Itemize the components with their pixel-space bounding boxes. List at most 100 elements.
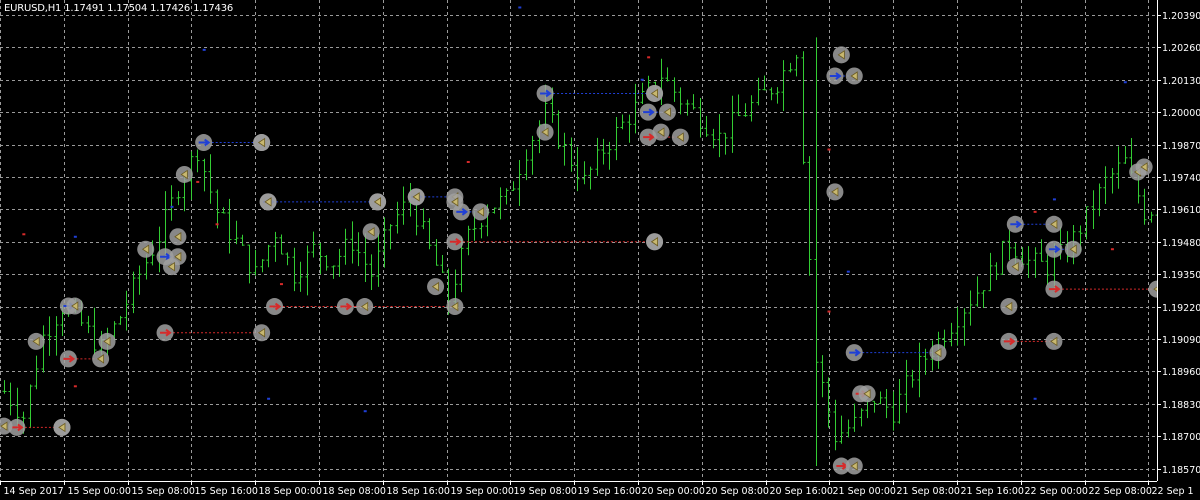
trade-close-marker xyxy=(472,203,490,221)
price-bar xyxy=(311,231,316,258)
buy-level-dot xyxy=(170,205,174,208)
time-axis: 14 Sep 2017 15 Sep 00:00 15 Sep 08:00 15 Se… xyxy=(0,481,1194,497)
trade-open-marker xyxy=(1006,215,1024,233)
trade-lines xyxy=(16,75,1157,467)
price-tick-label: 1.19740 xyxy=(1162,173,1200,184)
price-bar xyxy=(221,207,226,214)
buy-level-dot xyxy=(1123,81,1127,84)
time-tick-label: 20 Sep 00:00 xyxy=(642,486,705,497)
price-bar xyxy=(208,154,213,204)
price-bar xyxy=(285,252,290,266)
price-bar xyxy=(968,290,973,326)
time-tick-label: 19 Sep 16:00 xyxy=(578,486,641,497)
trade-close-marker xyxy=(1000,298,1018,316)
trade-close-marker xyxy=(658,103,676,121)
price-bar xyxy=(1149,211,1154,223)
price-bar xyxy=(1110,168,1115,194)
price-bar xyxy=(530,135,535,175)
trade-open-marker xyxy=(156,324,174,342)
price-bar xyxy=(92,307,97,355)
trade-open-marker xyxy=(536,84,554,102)
price-bar xyxy=(8,382,13,416)
price-bar xyxy=(884,389,889,419)
price-bar xyxy=(137,265,142,295)
price-tick-label: 1.20260 xyxy=(1162,43,1200,54)
price-bar xyxy=(369,254,374,291)
time-tick-label: 19 Sep 08:00 xyxy=(514,486,577,497)
price-bar xyxy=(440,254,445,273)
sell-level-dot xyxy=(1110,248,1114,251)
ohlc-low: 1.17426 xyxy=(150,3,191,14)
price-bar xyxy=(54,316,59,356)
price-bar xyxy=(434,238,439,266)
sell-level-dot xyxy=(196,180,200,183)
trade-close-marker xyxy=(832,46,850,64)
trade-close-marker xyxy=(1006,258,1024,276)
price-bar xyxy=(582,161,587,185)
trade-close-marker xyxy=(652,123,670,141)
ohlc-close: 1.17436 xyxy=(193,3,234,14)
trade-close-marker xyxy=(671,128,689,146)
buy-level-dot xyxy=(846,270,850,273)
buy-level-dot xyxy=(202,48,206,51)
price-bar xyxy=(356,232,361,267)
buy-level-dot xyxy=(1033,397,1037,400)
trade-close-marker xyxy=(407,188,425,206)
trade-close-marker xyxy=(27,332,45,350)
price-bar xyxy=(897,378,902,424)
price-bar xyxy=(762,75,767,91)
price-tick-label: 1.18570 xyxy=(1162,465,1200,476)
price-bar xyxy=(492,207,497,214)
price-bar xyxy=(749,95,754,122)
price-bar xyxy=(240,234,245,246)
price-bar xyxy=(872,400,877,413)
sell-level-dot xyxy=(215,223,219,226)
trade-open-marker xyxy=(1000,332,1018,350)
price-bar xyxy=(343,228,348,265)
trade-close-marker xyxy=(536,123,554,141)
price-bar xyxy=(556,110,561,150)
price-bar xyxy=(833,399,838,451)
price-bar xyxy=(962,308,967,346)
price-bar xyxy=(562,132,567,166)
price-bar xyxy=(376,232,381,287)
price-bar xyxy=(949,322,954,347)
trade-close-marker xyxy=(1064,240,1082,258)
trade-close-marker xyxy=(646,233,664,251)
sell-level-dot xyxy=(827,148,831,151)
trade-open-marker xyxy=(59,350,77,368)
sell-level-dot xyxy=(827,310,831,313)
price-bar xyxy=(504,188,509,205)
price-bar xyxy=(981,290,986,308)
price-bar xyxy=(260,259,265,273)
price-bar xyxy=(595,137,600,176)
price-bar xyxy=(730,95,735,153)
price-bar xyxy=(266,244,271,268)
chart-canvas[interactable]: 1.20390 1.20260 1.20130 1.20000 1.19870 1.197… xyxy=(0,0,1200,500)
time-tick-label: 22 Sep 1 xyxy=(1152,486,1194,497)
price-bar xyxy=(698,97,703,138)
sell-level-dot xyxy=(466,160,470,163)
price-bar xyxy=(878,391,883,405)
price-bar xyxy=(517,159,522,206)
price-bar xyxy=(524,149,529,181)
trade-open-marker xyxy=(845,344,863,362)
time-tick-label: 15 Sep 16:00 xyxy=(195,486,258,497)
time-tick-label: 21 Sep 00:00 xyxy=(833,486,896,497)
price-bar xyxy=(846,419,851,438)
price-bar xyxy=(324,255,329,271)
price-chart[interactable]: 1.20390 1.20260 1.20130 1.20000 1.19870 1.197… xyxy=(0,0,1200,500)
price-bar xyxy=(775,87,780,104)
time-tick-label: 21 Sep 16:00 xyxy=(961,486,1024,497)
trade-close-marker xyxy=(845,67,863,85)
trade-close-marker xyxy=(175,165,193,183)
price-bar xyxy=(2,380,7,394)
price-tick-label: 1.20000 xyxy=(1162,108,1200,119)
price-bar xyxy=(273,231,278,262)
price-bar xyxy=(466,225,471,256)
price-bar xyxy=(388,224,393,250)
trade-close-marker xyxy=(66,297,84,315)
price-bar xyxy=(910,369,915,388)
price-bar xyxy=(994,262,999,281)
price-bar xyxy=(988,252,993,292)
